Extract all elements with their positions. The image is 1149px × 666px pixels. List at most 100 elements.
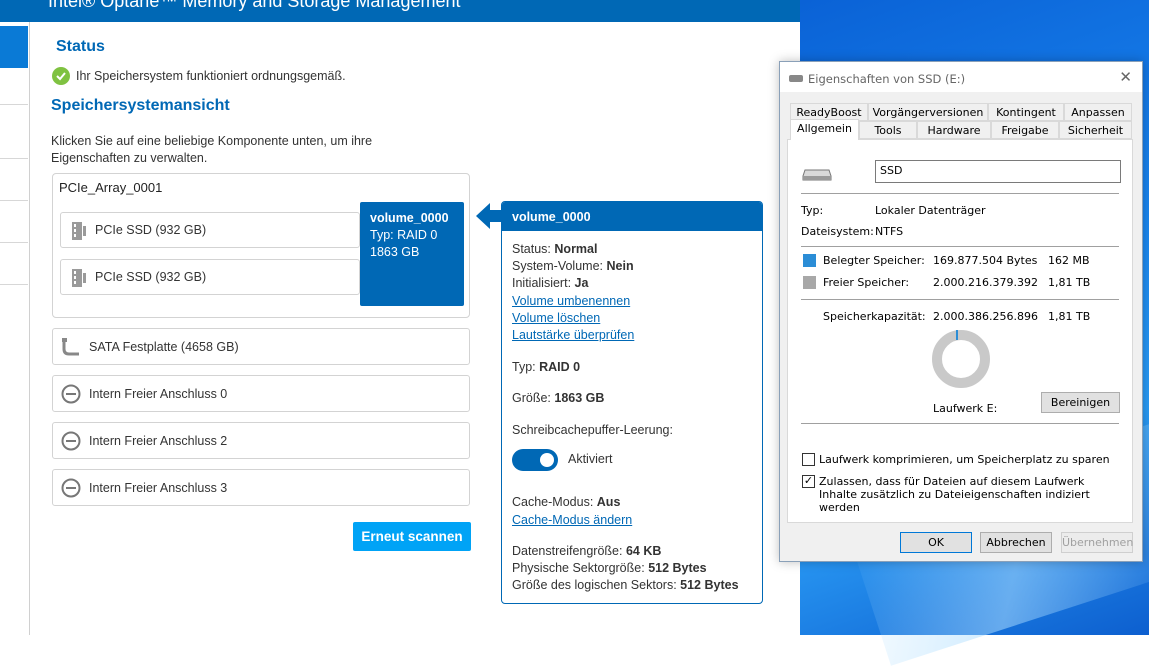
tab-customize[interactable]: Anpassen xyxy=(1064,103,1132,121)
divider xyxy=(801,246,1119,247)
array-disk[interactable]: PCIe SSD (932 GB) xyxy=(60,259,360,295)
prop-physical-sector: Physische Sektorgröße: 512 Bytes xyxy=(512,561,707,575)
filesystem-value: NTFS xyxy=(875,225,904,238)
drive-name-input[interactable]: SSD xyxy=(875,160,1121,183)
ok-button[interactable]: OK xyxy=(900,532,972,553)
delete-volume-link[interactable]: Volume löschen xyxy=(512,311,600,325)
general-tab-panel: SSD Typ: Lokaler Datenträger Dateisystem… xyxy=(787,139,1133,523)
used-slice xyxy=(956,330,958,340)
drive-letter-label: Laufwerk E: xyxy=(933,402,998,415)
free-bytes: 2.000.216.379.392 xyxy=(933,276,1038,289)
panel-title: volume_0000 xyxy=(502,202,762,231)
cache-flush-toggle[interactable] xyxy=(512,449,558,471)
compress-label: Laufwerk komprimieren, um Speicherplatz … xyxy=(819,453,1110,466)
sidebar-item-selected[interactable] xyxy=(0,26,28,68)
divider xyxy=(801,299,1119,300)
ssd-icon xyxy=(72,222,86,240)
tab-hardware[interactable]: Hardware xyxy=(917,121,991,139)
apply-button[interactable]: Übernehmen xyxy=(1061,532,1133,553)
tab-tools[interactable]: Tools xyxy=(859,121,917,139)
empty-port-icon xyxy=(61,478,81,498)
index-label: Zulassen, dass für Dateien auf diesem La… xyxy=(819,475,1090,514)
prop-cache-mode: Cache-Modus: Aus xyxy=(512,495,621,509)
dialog-titlebar: Eigenschaften von SSD (E:) ✕ xyxy=(780,62,1142,92)
port-label: SATA Festplatte (4658 GB) xyxy=(89,339,239,354)
dialog-title: Eigenschaften von SSD (E:) xyxy=(808,72,966,86)
tab-sharing[interactable]: Freigabe xyxy=(991,121,1059,139)
empty-port[interactable]: Intern Freier Anschluss 0 xyxy=(52,375,470,412)
disk-label: PCIe SSD (932 GB) xyxy=(95,270,207,284)
filesystem-label: Dateisystem: xyxy=(801,225,874,238)
change-cache-mode-link[interactable]: Cache-Modus ändern xyxy=(512,513,632,527)
empty-port-icon xyxy=(61,384,81,404)
toggle-state-label: Aktiviert xyxy=(568,452,613,466)
volume-properties-panel: volume_0000 Status: Normal System-Volume… xyxy=(501,201,763,604)
disk-label: PCIe SSD (932 GB) xyxy=(95,223,207,237)
app-titlebar: Intel® Optane™ Memory and Storage Manage… xyxy=(0,0,800,22)
sidebar xyxy=(0,22,30,635)
app-title: Intel® Optane™ Memory and Storage Manage… xyxy=(48,0,461,11)
sidebar-divider xyxy=(0,200,28,201)
volume-tile[interactable]: volume_0000 Typ: RAID 0 1863 GB xyxy=(360,202,464,306)
sata-cable-icon xyxy=(62,338,79,356)
optane-app-window: Intel® Optane™ Memory and Storage Manage… xyxy=(0,0,800,635)
status-row: Ihr Speichersystem funktioniert ordnungs… xyxy=(52,67,346,85)
used-color-swatch xyxy=(803,254,816,267)
capacity-short: 1,81 TB xyxy=(1048,310,1091,323)
capacity-bytes: 2.000.386.256.896 xyxy=(933,310,1038,323)
array-disk[interactable]: PCIe SSD (932 GB) xyxy=(60,212,360,248)
tab-quota[interactable]: Kontingent xyxy=(988,103,1064,121)
array-name: PCIe_Array_0001 xyxy=(59,180,163,195)
used-short: 162 MB xyxy=(1048,254,1090,267)
check-volume-link[interactable]: Lautstärke überprüfen xyxy=(512,328,634,342)
view-heading: Speichersystemansicht xyxy=(51,97,230,114)
compress-checkbox[interactable] xyxy=(802,453,815,466)
divider xyxy=(801,423,1119,424)
check-circle-icon xyxy=(52,67,70,85)
used-bytes: 169.877.504 Bytes xyxy=(933,254,1038,267)
cancel-button[interactable]: Abbrechen xyxy=(980,532,1052,553)
status-heading: Status xyxy=(56,38,105,55)
empty-port[interactable]: Intern Freier Anschluss 2 xyxy=(52,422,470,459)
sata-disk[interactable]: SATA Festplatte (4658 GB) xyxy=(52,328,470,365)
empty-port-icon xyxy=(61,431,81,451)
close-icon[interactable]: ✕ xyxy=(1119,68,1132,86)
prop-size: Größe: 1863 GB xyxy=(512,391,605,405)
volume-tile-size: 1863 GB xyxy=(370,245,420,259)
prop-system-volume: System-Volume: Nein xyxy=(512,259,634,273)
status-text: Ihr Speichersystem funktioniert ordnungs… xyxy=(76,69,346,83)
sidebar-divider xyxy=(0,242,28,243)
prop-type: Typ: RAID 0 xyxy=(512,360,581,374)
tab-general[interactable]: Allgemein xyxy=(790,119,859,140)
port-label: Intern Freier Anschluss 2 xyxy=(89,433,228,448)
tab-previous-versions[interactable]: Vorgängerversionen xyxy=(868,103,988,121)
port-label: Intern Freier Anschluss 0 xyxy=(89,386,228,401)
prop-stripe-size: Datenstreifengröße: 64 KB xyxy=(512,544,662,558)
ssd-icon xyxy=(72,269,86,287)
view-description: Klicken Sie auf eine beliebige Komponent… xyxy=(51,134,373,165)
free-short: 1,81 TB xyxy=(1048,276,1091,289)
cache-flush-label: Schreibcachepuffer-Leerung: xyxy=(512,423,673,437)
rename-volume-link[interactable]: Volume umbenennen xyxy=(512,294,630,308)
divider xyxy=(801,193,1119,194)
index-checkbox[interactable]: ✓ xyxy=(802,475,815,488)
sidebar-divider xyxy=(0,158,28,159)
type-value: Lokaler Datenträger xyxy=(875,204,986,217)
sidebar-divider xyxy=(0,104,28,105)
prop-initialized: Initialisiert: Ja xyxy=(512,276,589,290)
pointer-arrow-stem xyxy=(488,210,502,222)
rescan-button[interactable]: Erneut scannen xyxy=(353,522,471,551)
free-label: Freier Speicher: xyxy=(823,276,910,289)
toggle-knob xyxy=(540,453,554,467)
usage-donut-chart xyxy=(932,330,990,388)
volume-tile-name: volume_0000 xyxy=(370,211,449,225)
prop-logical-sector: Größe des logischen Sektors: 512 Bytes xyxy=(512,578,739,592)
tab-security[interactable]: Sicherheit xyxy=(1059,121,1132,139)
volume-tile-type: Typ: RAID 0 xyxy=(370,228,438,242)
hard-drive-icon xyxy=(802,169,832,181)
port-label: Intern Freier Anschluss 3 xyxy=(89,480,228,495)
empty-port[interactable]: Intern Freier Anschluss 3 xyxy=(52,469,470,506)
cleanup-button[interactable]: Bereinigen xyxy=(1041,392,1120,413)
capacity-label: Speicherkapazität: xyxy=(823,310,926,323)
sidebar-divider xyxy=(0,284,28,285)
